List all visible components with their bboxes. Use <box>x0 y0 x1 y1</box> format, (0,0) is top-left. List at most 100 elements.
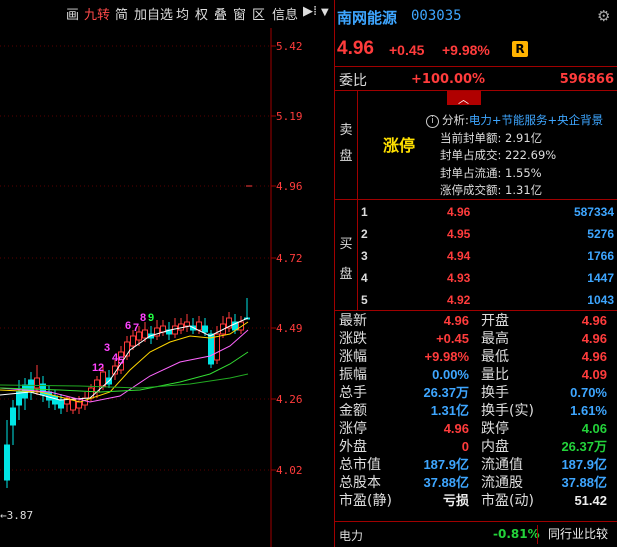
bid-row[interactable]: 5 4.92 1043 <box>359 289 617 311</box>
price-axis-label: 5.19 <box>276 110 303 123</box>
sell-label: 卖盘 <box>339 123 353 164</box>
candle-body <box>4 444 10 481</box>
stat-label: 涨跌 <box>339 331 367 347</box>
toolbar-add-watchlist[interactable]: 加自选 <box>134 4 173 23</box>
stat-label: 最新 <box>339 313 367 329</box>
price-axis-label: 4.26 <box>276 393 303 406</box>
price-axis-label: 4.02 <box>276 464 303 477</box>
weibi-label: 委比 <box>339 73 367 89</box>
nine-turn-count: 2 <box>98 362 105 374</box>
industry-compare-button[interactable]: 同行业比较 <box>537 525 617 544</box>
bid-row[interactable]: 1 4.96 587334 <box>359 201 617 223</box>
stat-value: +9.98% <box>424 349 469 364</box>
stat-label: 市盈(动) <box>481 493 534 509</box>
sector-change: -0.81% <box>493 527 540 541</box>
stat-value: 4.96 <box>581 331 607 346</box>
candle-body <box>142 329 148 339</box>
price-axis-label: 4.49 <box>276 322 303 335</box>
analysis-line: 封单占成交: 222.69% <box>440 148 557 162</box>
price-axis-label: 5.42 <box>276 40 303 53</box>
stat-value: 37.88亿 <box>423 475 469 490</box>
candle-body <box>184 321 190 327</box>
stock-code[interactable]: 003035 <box>411 8 462 24</box>
stat-value: 0.70% <box>570 385 607 400</box>
toolbar-draw[interactable]: 画 <box>66 4 79 23</box>
stat-value: 4.96 <box>581 349 607 364</box>
toolbar-overlay[interactable]: 叠 <box>214 4 227 23</box>
stat-label: 量比 <box>481 367 509 383</box>
candle-body <box>202 325 208 333</box>
stat-label: 市盈(静) <box>339 493 392 509</box>
divider <box>335 199 617 200</box>
chevron-up-icon: ︿ <box>458 93 469 106</box>
stat-label: 换手 <box>481 385 509 401</box>
buy-label: 买盘 <box>339 237 353 282</box>
price-change: +0.45 <box>389 42 425 58</box>
stat-value: 4.96 <box>581 313 607 328</box>
candle-body <box>196 321 202 331</box>
stock-name[interactable]: 南网能源 <box>337 7 397 28</box>
stat-label: 流通值 <box>481 457 523 473</box>
weibi-pct: +100.00% <box>411 72 486 87</box>
price-change-pct: +9.98% <box>442 42 490 58</box>
stat-value: 0.00% <box>432 367 469 382</box>
info-icon[interactable]: i <box>426 115 439 128</box>
nine-turn-count: 3 <box>104 342 111 354</box>
collapse-button[interactable]: ︿ <box>447 91 481 106</box>
stat-value: 亏损 <box>442 493 469 508</box>
bid-row[interactable]: 4 4.93 1447 <box>359 267 617 289</box>
candle-body <box>130 335 136 347</box>
stat-label: 总手 <box>339 385 367 401</box>
stat-label: 开盘 <box>481 313 509 329</box>
last-price: 4.96 <box>337 38 374 59</box>
candle-body <box>214 333 220 361</box>
stat-label: 最低 <box>481 349 509 365</box>
analysis-line: 当前封单额: 2.91亿 <box>440 130 543 145</box>
toolbar-rights[interactable]: 权 <box>195 4 208 23</box>
stat-label: 总股本 <box>339 475 381 491</box>
limit-up-label: 涨停 <box>383 136 416 155</box>
candle-body <box>58 399 64 409</box>
stat-value: 4.96 <box>443 421 469 436</box>
toolbar-average[interactable]: 均 <box>176 4 189 23</box>
analysis-line: 封单占流通: 1.55% <box>440 165 542 180</box>
bid-row[interactable]: 2 4.95 5276 <box>359 223 617 245</box>
sector-name[interactable]: 电力 <box>339 527 363 544</box>
toolbar-nine-turn[interactable]: 九转 <box>84 4 110 23</box>
toolbar-window[interactable]: 窗 <box>233 4 246 23</box>
gear-icon[interactable]: ⚙ <box>597 8 613 24</box>
stat-label: 跌停 <box>481 421 509 437</box>
r-badge[interactable]: R <box>512 41 528 57</box>
stat-value: 4.09 <box>581 367 607 382</box>
play-menu-icon[interactable]: ▶⁞ <box>303 4 317 19</box>
stat-value: 37.88亿 <box>561 475 607 490</box>
price-axis-label: 4.72 <box>276 252 303 265</box>
bid-row[interactable]: 3 4.94 1766 <box>359 245 617 267</box>
stat-label: 涨幅 <box>339 349 367 365</box>
stat-value: 26.37万 <box>423 385 469 400</box>
chevron-down-icon[interactable]: ▼ <box>321 7 329 18</box>
stat-label: 涨停 <box>339 421 367 437</box>
stat-label: 振幅 <box>339 367 367 383</box>
analysis-line: 涨停成交额: 1.31亿 <box>440 183 543 197</box>
stat-value: 1.31亿 <box>430 403 469 418</box>
toolbar-info[interactable]: 信息 <box>272 4 298 23</box>
period-low-label: ←3.87 <box>0 509 34 522</box>
weibi-value: 596866 <box>559 72 614 87</box>
stat-label: 外盘 <box>339 439 367 455</box>
stat-value: +0.45 <box>436 331 469 346</box>
candle-body <box>10 407 16 426</box>
stat-value: 187.9亿 <box>561 457 607 472</box>
toolbar-simple[interactable]: 简 <box>115 4 128 23</box>
candle-body <box>172 325 178 335</box>
nine-turn-count: 7 <box>133 322 140 334</box>
stat-value: 0 <box>461 439 469 454</box>
divider <box>335 66 617 67</box>
stat-label: 流通股 <box>481 475 523 491</box>
candle-body <box>100 371 106 387</box>
toolbar-range[interactable]: 区 <box>252 4 265 23</box>
limit-up-analysis: i 分析:电力+节能服务+央企背景 当前封单额: 2.91亿 封单占成交: 222… <box>426 112 603 200</box>
stat-label: 金额 <box>339 403 367 419</box>
kline-chart-area[interactable]: 画 九转 简 加自选 均 权 叠 窗 区 信息 ▶⁞ ▼ 5.42 5.19 4… <box>0 0 333 547</box>
analysis-tags[interactable]: 电力+节能服务+央企背景 <box>469 113 603 127</box>
